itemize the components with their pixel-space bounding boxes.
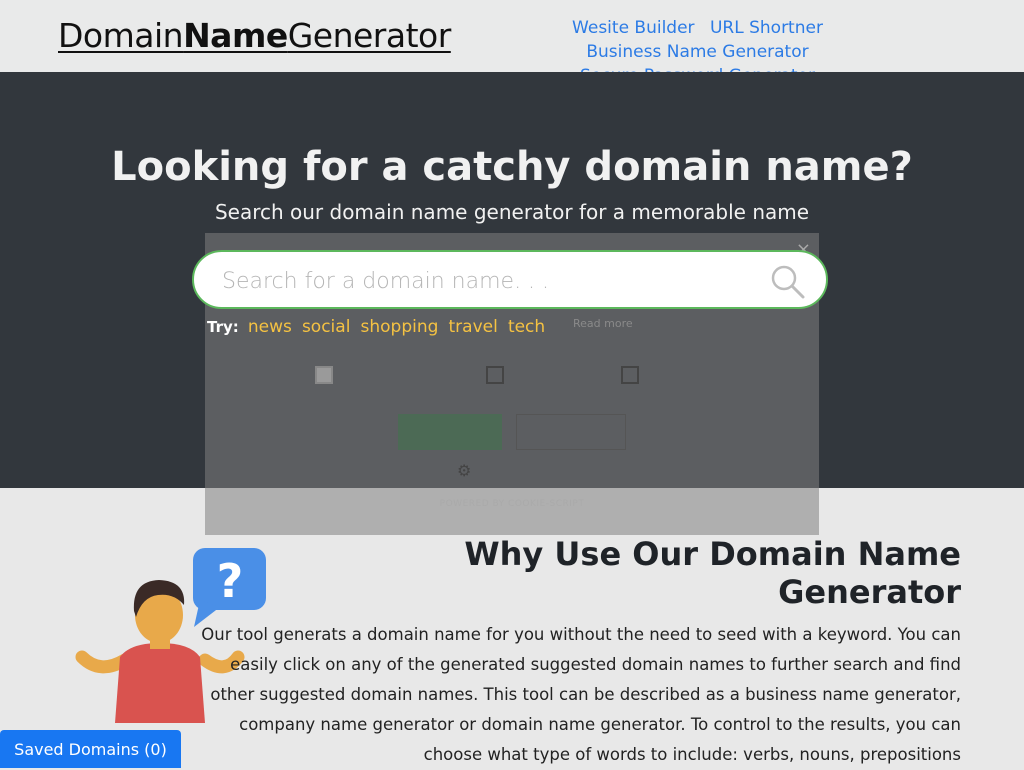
suggestion-link[interactable]: shopping	[361, 317, 439, 337]
domain-search-input[interactable]: Search for a domain name. . .	[192, 250, 828, 309]
top-header: DomainNameGenerator Wesite Builder URL S…	[0, 0, 1024, 86]
cookie-checkbox-targeting[interactable]	[621, 366, 639, 384]
search-placeholder: Search for a domain name. . .	[222, 269, 550, 294]
nav-link-business-name-generator[interactable]: Business Name Generator	[586, 42, 808, 62]
suggestion-link[interactable]: social	[302, 317, 350, 337]
try-suggestions: Try: news social shopping travel tech	[207, 317, 550, 337]
gear-icon[interactable]: ⚙	[457, 461, 471, 480]
nav-link-website-builder[interactable]: Wesite Builder	[572, 18, 695, 38]
why-section-title: Why Use Our Domain Name Generator	[464, 535, 961, 611]
cookie-checkbox-performance[interactable]	[486, 366, 504, 384]
cookie-read-more-link[interactable]: Read more	[573, 317, 633, 330]
cookie-powered-by: POWERED BY COOKIE-SCRIPT	[439, 499, 585, 509]
suggestion-link[interactable]: news	[248, 317, 292, 337]
hero-subtitle: Search our domain name generator for a m…	[214, 200, 810, 224]
svg-text:?: ?	[217, 554, 244, 608]
hero-title: Looking for a catchy domain name?	[111, 144, 913, 190]
saved-domains-button[interactable]: Saved Domains (0)	[0, 730, 181, 768]
cookie-accept-button[interactable]	[398, 414, 502, 450]
cookie-decline-button[interactable]	[516, 414, 626, 450]
suggestion-link[interactable]: tech	[508, 317, 545, 337]
nav-link-url-shortener[interactable]: URL Shortner	[710, 18, 823, 38]
cookie-checkbox-necessary[interactable]	[315, 366, 333, 384]
site-logo[interactable]: DomainNameGenerator	[58, 16, 451, 55]
try-label: Try:	[207, 318, 239, 336]
search-icon[interactable]	[770, 264, 806, 304]
suggestion-link[interactable]: travel	[449, 317, 498, 337]
why-section-body: Our tool generats a domain name for you …	[201, 625, 961, 764]
